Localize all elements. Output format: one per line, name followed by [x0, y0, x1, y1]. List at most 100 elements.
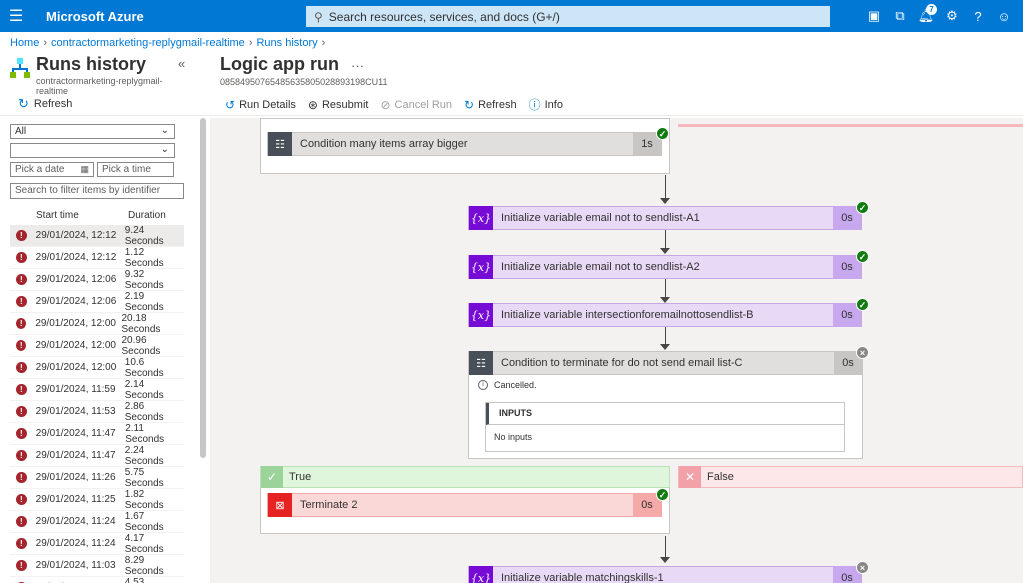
- table-row[interactable]: ! 29/01/2024, 11:47 2.11 Seconds: [10, 423, 184, 445]
- action-label: Initialize variable email not to sendlis…: [501, 261, 700, 273]
- false-branch-header[interactable]: ✕ False: [678, 466, 1023, 488]
- table-row[interactable]: !29/01/2024, 11:034.53 Seconds: [10, 577, 184, 583]
- run-duration: 2.11 Seconds: [125, 422, 165, 445]
- table-row[interactable]: ! 29/01/2024, 11:59 2.14 Seconds: [10, 379, 184, 401]
- date-placeholder: Pick a date: [15, 164, 65, 175]
- terminate-icon: ⊠: [268, 493, 292, 517]
- directory-filter-icon[interactable]: ⧉: [887, 8, 913, 24]
- runs-table-header: Start time Duration: [10, 205, 184, 225]
- secondary-filter-dropdown[interactable]: ⌄: [10, 143, 175, 158]
- left-refresh-label: Refresh: [33, 98, 73, 110]
- table-row[interactable]: ! 29/01/2024, 11:24 4.17 Seconds: [10, 533, 184, 555]
- false-branch-label: False: [707, 471, 734, 483]
- cloud-shell-icon[interactable]: ▣: [861, 8, 887, 24]
- notifications-icon[interactable]: 🔔︎ 7: [913, 4, 939, 24]
- top-bar: ☰ Microsoft Azure ⚲ Search resources, se…: [0, 0, 1023, 32]
- failed-status-icon: !: [16, 494, 27, 505]
- runs-scrollbar[interactable]: [200, 118, 206, 458]
- table-row[interactable]: ! 29/01/2024, 12:00 20.96 Seconds: [10, 335, 184, 357]
- table-row[interactable]: ! 29/01/2024, 11:47 2.24 Seconds: [10, 445, 184, 467]
- action-label: Initialize variable matchingskills-1: [501, 572, 664, 583]
- table-row[interactable]: ! 29/01/2024, 12:00 10.6 Seconds: [10, 357, 184, 379]
- runs-table-body: ! 29/01/2024, 12:12 9.24 Seconds! 29/01/202…: [10, 225, 184, 583]
- action-init-var-a2[interactable]: {x} Initialize variable email not to sen…: [468, 255, 862, 279]
- connector-line: [665, 230, 666, 249]
- breadcrumb-home[interactable]: Home: [10, 37, 39, 49]
- brand-label[interactable]: Microsoft Azure: [46, 9, 144, 24]
- table-row[interactable]: ! 29/01/2024, 12:12 1.12 Seconds: [10, 247, 184, 269]
- table-row[interactable]: ! 29/01/2024, 11:25 1.82 Seconds: [10, 489, 184, 511]
- run-start-time: 29/01/2024, 12:00: [35, 362, 117, 373]
- run-details-button[interactable]: ↺ Run Details: [225, 98, 296, 112]
- connector-arrow: [660, 344, 670, 350]
- designer-canvas[interactable]: ☷ Condition many items array bigger 1s ✓…: [210, 118, 1023, 583]
- table-row[interactable]: ! 29/01/2024, 12:00 20.18 Seconds: [10, 313, 184, 335]
- status-filter-dropdown[interactable]: All ⌄: [10, 124, 175, 139]
- identifier-filter-input[interactable]: Search to filter items by identifier: [10, 183, 184, 199]
- more-options-icon[interactable]: ···: [351, 58, 364, 73]
- table-row[interactable]: ! 29/01/2024, 11:53 2.86 Seconds: [10, 401, 184, 423]
- help-icon[interactable]: ?: [965, 9, 991, 24]
- run-start-time: 29/01/2024, 12:00: [35, 340, 116, 351]
- info-label: Info: [544, 98, 563, 111]
- left-refresh-button[interactable]: ↻ Refresh: [18, 96, 72, 112]
- action-condition-many-items[interactable]: ☷ Condition many items array bigger 1s: [267, 132, 662, 156]
- column-duration[interactable]: Duration: [128, 210, 166, 221]
- table-row[interactable]: ! 29/01/2024, 12:06 9.32 Seconds: [10, 269, 184, 291]
- checkmark-icon: ✓: [261, 466, 283, 488]
- table-row[interactable]: ! 29/01/2024, 12:12 9.24 Seconds: [10, 225, 184, 247]
- table-row[interactable]: ! 29/01/2024, 11:03 8.29 Seconds: [10, 555, 184, 577]
- action-init-var-b[interactable]: {x} Initialize variable intersectionfore…: [468, 303, 862, 327]
- connector-line: [665, 536, 666, 558]
- search-icon: ⚲: [314, 9, 323, 24]
- action-condition-terminate-c[interactable]: ☷ Condition to terminate for do not send…: [468, 351, 863, 375]
- resubmit-icon: ⊛: [307, 97, 318, 112]
- action-label: Terminate 2: [300, 499, 358, 511]
- table-row[interactable]: ! 29/01/2024, 12:06 2.19 Seconds: [10, 291, 184, 313]
- breadcrumb-logic-app[interactable]: contractormarketing-replygmail-realtime: [51, 37, 245, 49]
- run-start-time: 29/01/2024, 11:24: [35, 516, 116, 527]
- run-start-time: 29/01/2024, 11:26: [35, 472, 116, 483]
- inputs-header: INPUTS: [486, 403, 844, 425]
- inputs-body: No inputs: [494, 432, 533, 442]
- breadcrumb-runs-history[interactable]: Runs history: [256, 37, 317, 49]
- settings-icon[interactable]: ⚙: [939, 8, 965, 24]
- refresh-label: Refresh: [478, 98, 517, 111]
- resubmit-button[interactable]: ⊛ Resubmit: [308, 98, 369, 112]
- connector-arrow: [660, 557, 670, 563]
- true-branch-header[interactable]: ✓ True: [260, 466, 670, 488]
- time-placeholder: Pick a time: [102, 164, 151, 175]
- run-title: Logic app run: [220, 54, 339, 74]
- info-icon: i: [478, 380, 488, 390]
- failed-status-icon: !: [16, 296, 27, 307]
- action-terminate-2[interactable]: ⊠ Terminate 2 0s: [267, 493, 662, 517]
- menu-icon[interactable]: ☰: [0, 6, 32, 26]
- run-duration: 20.18 Seconds: [121, 312, 161, 335]
- table-row[interactable]: ! 29/01/2024, 11:24 1.67 Seconds: [10, 511, 184, 533]
- time-picker-input[interactable]: Pick a time: [97, 162, 174, 177]
- resubmit-label: Resubmit: [321, 98, 369, 111]
- breadcrumb-separator: ›: [43, 37, 48, 49]
- run-duration: 1.67 Seconds: [124, 510, 164, 533]
- date-picker-input[interactable]: Pick a date ▦: [10, 162, 94, 177]
- column-start-time[interactable]: Start time: [36, 210, 128, 221]
- cancel-run-button[interactable]: ⊘ Cancel Run: [380, 98, 452, 112]
- calendar-icon[interactable]: ▦: [80, 163, 89, 176]
- run-duration: 4.53 Seconds: [124, 576, 145, 583]
- runs-history-title: Runs history: [36, 54, 147, 74]
- run-duration: 9.32 Seconds: [124, 268, 164, 291]
- action-init-var-a1[interactable]: {x} Initialize variable email not to sen…: [468, 206, 862, 230]
- failed-status-icon: !: [16, 428, 27, 439]
- action-init-var-matching[interactable]: {x} Initialize variable matchingskills-1…: [468, 566, 862, 583]
- global-search-input[interactable]: ⚲ Search resources, services, and docs (…: [306, 6, 830, 27]
- action-label: Condition to terminate for do not send e…: [501, 357, 743, 369]
- refresh-button[interactable]: ↻ Refresh: [464, 98, 517, 112]
- inputs-section[interactable]: INPUTS No inputs: [485, 402, 845, 452]
- feedback-icon[interactable]: ☺: [991, 9, 1017, 24]
- table-row[interactable]: ! 29/01/2024, 11:26 5.75 Seconds: [10, 467, 184, 489]
- run-start-time: 29/01/2024, 11:53: [35, 406, 116, 417]
- failed-status-icon: !: [16, 230, 27, 241]
- info-button[interactable]: ⓘ Info: [529, 96, 563, 113]
- condition-icon: ☷: [268, 132, 292, 156]
- collapse-panel-icon[interactable]: «: [178, 56, 185, 71]
